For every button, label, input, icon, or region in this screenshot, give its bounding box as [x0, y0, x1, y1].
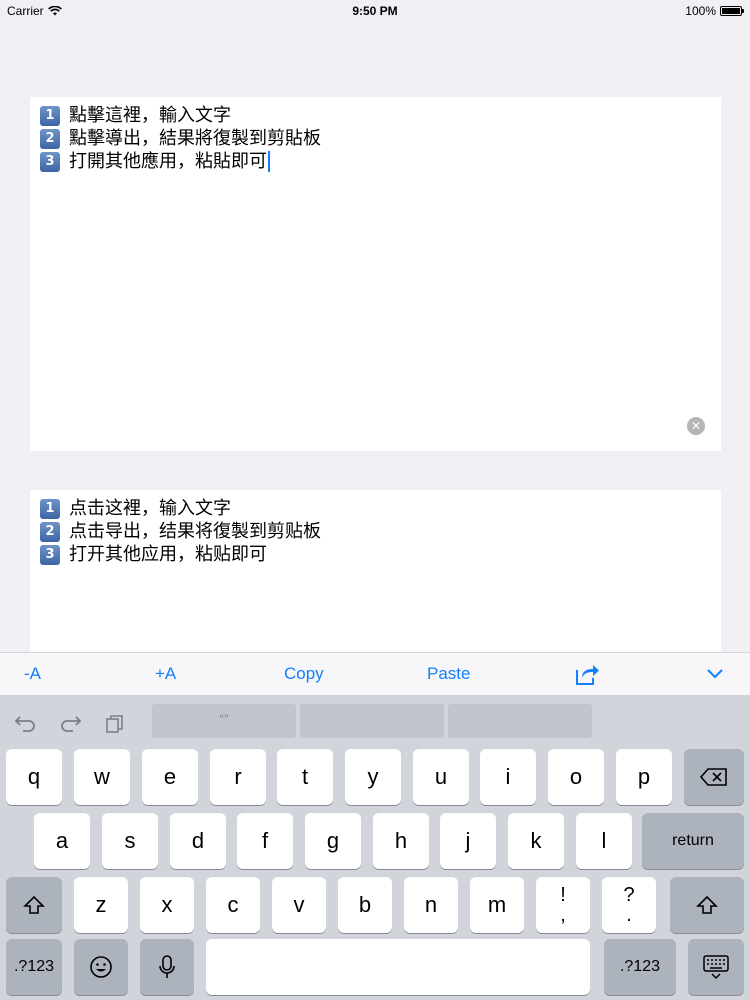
key-d[interactable]: d: [170, 813, 226, 869]
key-o[interactable]: o: [548, 749, 604, 805]
emoji-icon: [90, 956, 112, 978]
key-z[interactable]: z: [74, 877, 128, 933]
keycap-2-icon: 2: [40, 128, 60, 149]
accessory-toolbar: -A +A Copy Paste: [0, 652, 750, 696]
paste-clipboard-icon[interactable]: [104, 714, 126, 734]
backspace-icon: [699, 768, 727, 786]
key-k[interactable]: k: [508, 813, 564, 869]
key-r[interactable]: r: [210, 749, 266, 805]
copy-button[interactable]: Copy: [284, 664, 324, 684]
keycap-2-icon: 2: [40, 521, 60, 542]
key-s[interactable]: s: [102, 813, 158, 869]
battery-percent: 100%: [685, 4, 716, 18]
key-f[interactable]: f: [237, 813, 293, 869]
line-text: 打开其他应用，粘贴即可: [69, 544, 267, 565]
editor-line: 2 点击导出，结果将復製到剪贴板: [40, 520, 321, 543]
undo-icon[interactable]: [14, 714, 38, 734]
key-x[interactable]: x: [140, 877, 194, 933]
key-b[interactable]: b: [338, 877, 392, 933]
numbers-key-right[interactable]: .?123: [604, 939, 676, 995]
suggestion-1[interactable]: “”: [152, 704, 296, 738]
traditional-text-editor[interactable]: 1 點擊這裡，輸入文字 2 點擊導出，結果將復製到剪貼板 3 打開其他應用，粘貼…: [30, 97, 721, 451]
key-exclaim-comma[interactable]: ! ,: [536, 877, 590, 933]
battery: 100%: [685, 4, 744, 18]
line-text: 點擊導出，結果將復製到剪貼板: [69, 128, 321, 149]
key-l[interactable]: l: [576, 813, 632, 869]
key-y[interactable]: y: [345, 749, 401, 805]
suggestion-2[interactable]: [300, 704, 444, 738]
delete-key[interactable]: [684, 749, 744, 805]
clear-icon[interactable]: ✕: [687, 417, 705, 435]
return-key[interactable]: return: [642, 813, 744, 869]
shift-key-left[interactable]: [6, 877, 62, 933]
key-h[interactable]: h: [373, 813, 429, 869]
editor-line: 1 點擊這裡，輸入文字: [40, 104, 321, 127]
key-c[interactable]: c: [206, 877, 260, 933]
key-n[interactable]: n: [404, 877, 458, 933]
key-i[interactable]: i: [480, 749, 536, 805]
status-bar: Carrier 9:50 PM 100%: [0, 0, 750, 22]
key-v[interactable]: v: [272, 877, 326, 933]
editor-line: 1 点击这裡，输入文字: [40, 497, 321, 520]
key-top-glyph: !: [560, 884, 566, 906]
line-text: 点击导出，结果将復製到剪贴板: [69, 521, 321, 542]
redo-icon[interactable]: [58, 714, 82, 734]
keyboard: “” q w e r t y u i o p a s d f g h j k l…: [0, 695, 750, 1000]
dictation-key[interactable]: [140, 939, 194, 995]
key-question-period[interactable]: ? .: [602, 877, 656, 933]
line-text: 打開其他應用，粘貼即可: [69, 151, 267, 172]
key-w[interactable]: w: [74, 749, 130, 805]
key-e[interactable]: e: [142, 749, 198, 805]
numbers-key-left[interactable]: .?123: [6, 939, 62, 995]
increase-font-button[interactable]: +A: [155, 664, 176, 684]
share-icon[interactable]: [574, 661, 600, 687]
suggestion-3[interactable]: [448, 704, 592, 738]
key-q[interactable]: q: [6, 749, 62, 805]
key-bottom-glyph: .: [626, 904, 632, 926]
key-m[interactable]: m: [470, 877, 524, 933]
battery-icon: [720, 6, 744, 16]
key-g[interactable]: g: [305, 813, 361, 869]
keyboard-hide-icon: [703, 955, 729, 980]
text-cursor: [268, 151, 270, 172]
key-top-glyph: ?: [623, 884, 635, 906]
keycap-3-icon: 3: [40, 544, 60, 565]
shift-key-right[interactable]: [670, 877, 744, 933]
shift-icon: [696, 895, 718, 914]
shift-icon: [23, 895, 45, 914]
keycap-1-icon: 1: [40, 498, 60, 519]
line-text: 點擊這裡，輸入文字: [69, 105, 231, 126]
line-text: 点击这裡，输入文字: [69, 498, 231, 519]
simplified-text-editor[interactable]: 1 点击这裡，输入文字 2 点击导出，结果将復製到剪贴板 3 打开其他应用，粘贴…: [30, 490, 721, 652]
emoji-key[interactable]: [74, 939, 128, 995]
clock: 9:50 PM: [352, 4, 398, 18]
key-j[interactable]: j: [440, 813, 496, 869]
key-p[interactable]: p: [616, 749, 672, 805]
key-t[interactable]: t: [277, 749, 333, 805]
chevron-down-icon[interactable]: [707, 668, 723, 680]
decrease-font-button[interactable]: -A: [24, 664, 41, 684]
editor-line: 2 點擊導出，結果將復製到剪貼板: [40, 127, 321, 150]
keyboard-shortcut-bar: “”: [0, 695, 750, 745]
space-key[interactable]: [206, 939, 590, 995]
key-u[interactable]: u: [413, 749, 469, 805]
key-a[interactable]: a: [34, 813, 90, 869]
editor-line: 3 打开其他应用，粘贴即可: [40, 543, 321, 566]
paste-button[interactable]: Paste: [427, 664, 470, 684]
hide-keyboard-key[interactable]: [688, 939, 744, 995]
keycap-3-icon: 3: [40, 151, 60, 172]
keycap-1-icon: 1: [40, 105, 60, 126]
key-bottom-glyph: ,: [560, 904, 566, 926]
editor-line: 3 打開其他應用，粘貼即可: [40, 150, 321, 173]
microphone-icon: [159, 955, 175, 978]
